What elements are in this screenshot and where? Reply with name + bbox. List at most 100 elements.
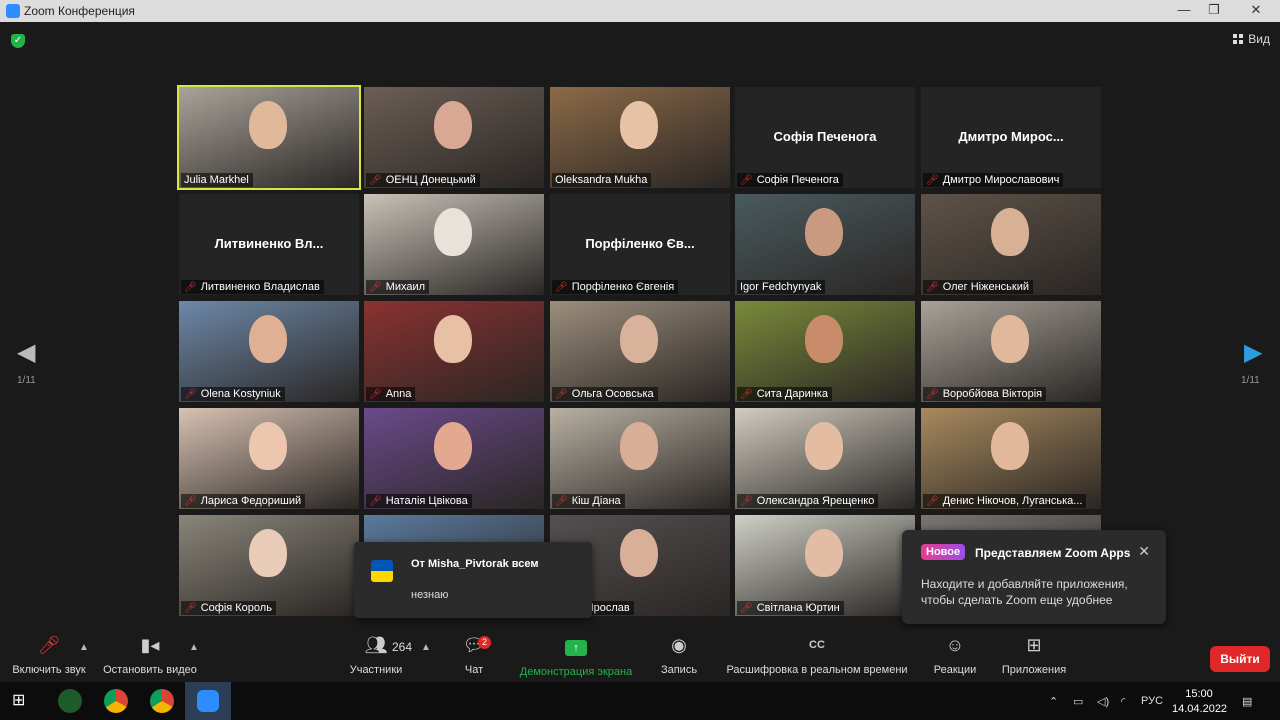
participant-face xyxy=(620,315,658,363)
participant-name: Лариса Федориший xyxy=(200,495,302,507)
muted-mic-icon: 🎤︎ xyxy=(555,282,568,293)
muted-mic-icon: 🎤︎ xyxy=(555,389,568,400)
participant-name: Anna xyxy=(385,388,412,400)
participants-caret-icon[interactable]: ▲ xyxy=(421,642,431,653)
battery-icon[interactable]: ▭ xyxy=(1073,695,1083,708)
new-badge: Новое xyxy=(921,544,966,560)
participant-name: Михаил xyxy=(385,281,426,293)
participant-tile[interactable]: Oleksandra Mukha xyxy=(550,87,730,188)
live-transcript-button[interactable]: CC Расшифровка в реальном времени xyxy=(720,630,914,682)
participant-name: Igor Fedchynyak xyxy=(740,281,822,293)
participant-tile[interactable]: Порфіленко Єв... 🎤︎ Порфіленко Євгенія xyxy=(550,194,730,295)
participant-tile[interactable]: Софія Печенога 🎤︎ Софія Печенога xyxy=(735,87,915,188)
taskbar-clock[interactable]: 15:00 14.04.2022 xyxy=(1172,687,1228,717)
muted-mic-icon: 🎤︎ xyxy=(184,389,197,400)
participant-name: Воробйова Вікторія xyxy=(942,388,1043,400)
participant-name: Литвиненко Владислав xyxy=(200,281,320,293)
camera-icon: ▮◂ xyxy=(140,635,160,655)
participant-tile[interactable]: 🎤︎ Воробйова Вікторія xyxy=(921,301,1101,402)
participant-tile[interactable]: 🎤︎ Михаил xyxy=(364,194,544,295)
participant-name-label: 🎤︎ Михаил xyxy=(366,280,430,294)
view-button[interactable]: Вид xyxy=(1233,32,1270,46)
chat-message: незнаю xyxy=(411,589,449,601)
participant-tile[interactable]: 🎤︎ Світлана Юртин xyxy=(735,515,915,616)
share-screen-button[interactable]: ↑ Демонстрация экрана xyxy=(514,630,638,682)
participant-tile[interactable]: 🎤︎ Лариса Федориший xyxy=(179,408,359,509)
zoom-apps-popup: Новое Представляем Zoom Apps ✕ Находите … xyxy=(902,530,1166,624)
close-window-button[interactable]: ✕ xyxy=(1236,0,1276,22)
apps-button[interactable]: ⊞ Приложения xyxy=(996,630,1072,682)
windows-start-icon[interactable]: ⊞ xyxy=(12,689,36,713)
participant-tile[interactable]: 🎤︎ Софія Король xyxy=(179,515,359,616)
participant-name: Кіш Діана xyxy=(571,495,621,507)
leave-button[interactable]: Выйти xyxy=(1210,646,1270,672)
participant-tile[interactable]: Igor Fedchynyak xyxy=(735,194,915,295)
shield-icon[interactable]: ✓ xyxy=(11,34,25,48)
prev-page-arrow-icon[interactable]: ◀ xyxy=(17,338,35,367)
chat-notification[interactable]: От Misha_Pivtorak всем незнаю xyxy=(354,542,592,618)
grid-icon xyxy=(1233,34,1244,44)
record-button[interactable]: ◉ Запись xyxy=(655,630,703,682)
participant-name: ОЕНЦ Донецький xyxy=(385,174,476,186)
muted-mic-icon: 🎤︎ xyxy=(740,389,753,400)
participant-tile[interactable]: 🎤︎ Ольга Осовська xyxy=(550,301,730,402)
muted-mic-icon: 🎤︎ xyxy=(926,282,939,293)
muted-mic-icon: 🎤︎ xyxy=(369,175,382,186)
video-options-caret-icon[interactable]: ▲ xyxy=(189,642,199,653)
participants-button[interactable]: 👥︎ Участники xyxy=(344,630,408,682)
reactions-button[interactable]: ☺ Реакции xyxy=(928,630,982,682)
next-page-arrow-icon[interactable]: ▶ xyxy=(1244,338,1262,367)
wifi-icon[interactable]: ◜ xyxy=(1121,695,1125,708)
stop-video-button[interactable]: ▮◂ Остановить видео xyxy=(100,630,200,682)
participant-tile[interactable]: 🎤︎ Олег Ніженський xyxy=(921,194,1101,295)
chrome-profile-icon[interactable] xyxy=(150,689,174,713)
participant-tile[interactable]: 🎤︎ Наталія Цвікова xyxy=(364,408,544,509)
participant-name-label: 🎤︎ Сита Даринка xyxy=(737,387,832,401)
unmute-button[interactable]: 🎤︎ Включить звук xyxy=(6,630,92,682)
participant-tile[interactable]: 🎤︎ Anna xyxy=(364,301,544,402)
meeting-toolbar: 🎤︎ Включить звук ▲ ▮◂ Остановить видео ▲… xyxy=(0,630,1280,682)
app-icon[interactable] xyxy=(58,689,82,713)
participant-name: Сита Даринка xyxy=(756,388,828,400)
share-screen-label: Демонстрация экрана xyxy=(519,666,633,678)
input-language[interactable]: РУС xyxy=(1141,695,1163,707)
participant-tile[interactable]: 🎤︎ Сита Даринка xyxy=(735,301,915,402)
participant-face xyxy=(620,101,658,149)
muted-mic-icon: 🎤︎ xyxy=(926,175,939,186)
participant-name-label: 🎤︎ Anna xyxy=(366,387,416,401)
participant-tile[interactable]: 🎤︎ Денис Нікочов, Луганська... xyxy=(921,408,1101,509)
participant-tile[interactable]: 🎤︎ Кіш Діана xyxy=(550,408,730,509)
audio-options-caret-icon[interactable]: ▲ xyxy=(79,642,89,653)
sender-avatar xyxy=(371,560,393,582)
maximize-button[interactable]: ❐ xyxy=(1194,0,1234,22)
muted-mic-icon: 🎤︎ xyxy=(369,496,382,507)
participant-name-label: 🎤︎ Порфіленко Євгенія xyxy=(552,280,679,294)
participant-tile[interactable]: 🎤︎ Olena Kostyniuk xyxy=(179,301,359,402)
chat-unread-badge: 2 xyxy=(478,636,491,649)
participant-name: Дмитро Мирославович xyxy=(942,174,1060,186)
chrome-icon[interactable] xyxy=(104,689,128,713)
reactions-label: Реакции xyxy=(933,664,977,676)
participant-tile[interactable]: Литвиненко Вл... 🎤︎ Литвиненко Владислав xyxy=(179,194,359,295)
muted-mic-icon: 🎤︎ xyxy=(184,496,197,507)
participant-tile[interactable]: 🎤︎ Олександра Ярещенко xyxy=(735,408,915,509)
close-icon[interactable]: ✕ xyxy=(1138,543,1150,560)
volume-icon[interactable]: ◁) xyxy=(1097,695,1109,708)
participant-tile[interactable]: 🎤︎ ОЕНЦ Донецький xyxy=(364,87,544,188)
notification-icon[interactable]: ▤ xyxy=(1242,695,1252,708)
participant-face xyxy=(805,315,843,363)
clock-date: 14.04.2022 xyxy=(1172,703,1228,715)
page-indicator-left: 1/11 xyxy=(17,375,36,386)
participant-face xyxy=(991,315,1029,363)
participant-name: Софія Печенога xyxy=(756,174,839,186)
tray-expand-icon[interactable]: ⌃ xyxy=(1049,695,1058,708)
clock-time: 15:00 xyxy=(1185,688,1213,700)
participant-name-label: 🎤︎ ОЕНЦ Донецький xyxy=(366,173,480,187)
window-titlebar: Zoom Конференция — ❐ ✕ xyxy=(0,0,1280,22)
participant-tile[interactable]: Julia Markhel xyxy=(177,85,361,190)
zoom-taskbar-icon[interactable] xyxy=(185,682,231,720)
zoom-app-icon xyxy=(6,4,20,18)
participant-tile[interactable]: Дмитро Мирос... 🎤︎ Дмитро Мирославович xyxy=(921,87,1101,188)
participant-name: Олег Ніженський xyxy=(942,281,1030,293)
participant-name-label: Julia Markhel xyxy=(181,173,253,187)
